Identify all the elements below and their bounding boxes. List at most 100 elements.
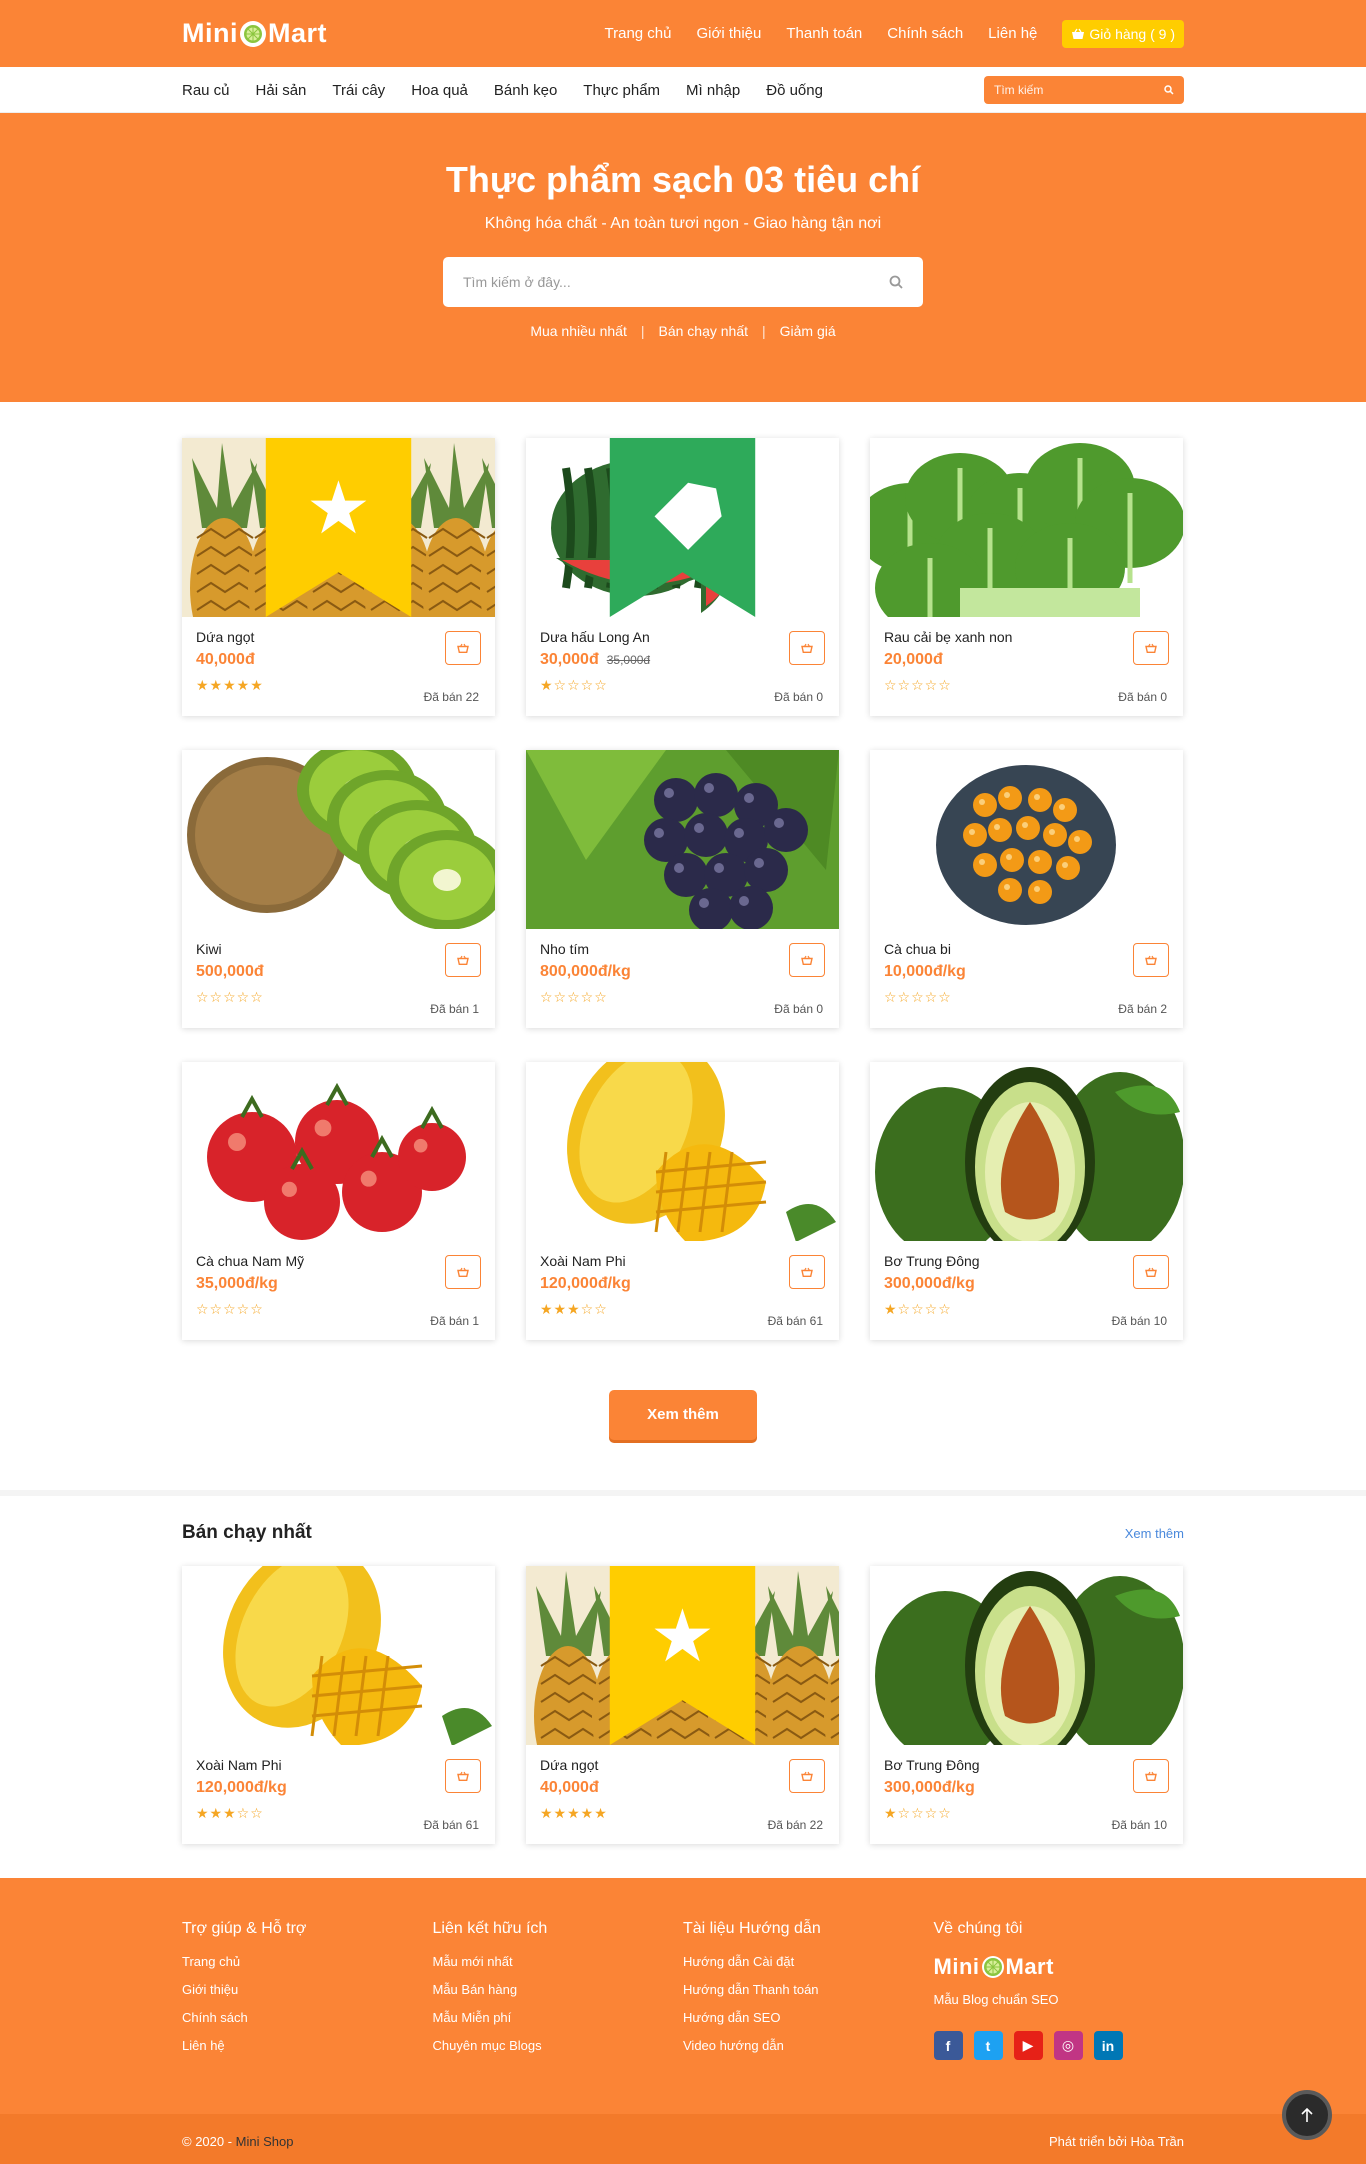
search-icon[interactable] <box>889 275 903 289</box>
product-image[interactable] <box>182 750 495 929</box>
add-to-cart-button[interactable] <box>789 1759 825 1793</box>
category-foods[interactable]: Thực phẩm <box>583 82 660 99</box>
product-image[interactable] <box>870 1566 1183 1745</box>
category-vegetables[interactable]: Rau củ <box>182 82 230 99</box>
product-price: 300,000đ/kg <box>884 1275 1169 1293</box>
product-card[interactable]: Bơ Trung Đông 300,000đ/kg ★☆☆☆☆ Đã bán 1… <box>870 1566 1183 1844</box>
add-to-cart-button[interactable] <box>445 1759 481 1793</box>
footer-link[interactable]: Mẫu Bán hàng <box>433 1982 684 1997</box>
nav-policy[interactable]: Chính sách <box>887 25 963 42</box>
product-image[interactable] <box>526 750 839 929</box>
bestseller-more-link[interactable]: Xem thêm <box>1125 1526 1184 1541</box>
product-image[interactable]: ★ <box>182 438 495 617</box>
product-card[interactable]: Cà chua Nam Mỹ 35,000đ/kg ☆☆☆☆☆ Đã bán 1 <box>182 1062 495 1340</box>
search-icon[interactable] <box>1164 85 1174 95</box>
back-to-top-button[interactable] <box>1282 2090 1332 2140</box>
product-card[interactable]: Dưa hấu Long An 30,000đ 35,000đ ★☆☆☆☆ Đã … <box>526 438 839 716</box>
nav-payment[interactable]: Thanh toán <box>786 25 862 42</box>
add-to-cart-button[interactable] <box>1133 943 1169 977</box>
product-card[interactable]: Rau cải bẹ xanh non 20,000đ ☆☆☆☆☆ Đã bán… <box>870 438 1183 716</box>
product-name[interactable]: Xoài Nam Phi <box>540 1253 825 1269</box>
product-name[interactable]: Nho tím <box>540 941 825 957</box>
footer-link[interactable]: Hướng dẫn SEO <box>683 2010 934 2025</box>
footer-column-title: Tài liệu Hướng dẫn <box>683 1920 821 1937</box>
youtube-icon[interactable]: ▶ <box>1013 2031 1043 2060</box>
footer-link[interactable]: Chính sách <box>182 2010 433 2025</box>
add-to-cart-button[interactable] <box>789 631 825 665</box>
product-name[interactable]: Bơ Trung Đông <box>884 1757 1169 1773</box>
sold-count: Đã bán 10 <box>1111 1314 1167 1328</box>
instagram-icon[interactable]: ◎ <box>1053 2031 1083 2060</box>
product-image[interactable] <box>182 1062 495 1241</box>
nav-contact[interactable]: Liên hệ <box>988 25 1037 42</box>
product-name[interactable]: Kiwi <box>196 941 481 957</box>
product-name[interactable]: Xoài Nam Phi <box>196 1757 481 1773</box>
product-card[interactable]: Nho tím 800,000đ/kg ☆☆☆☆☆ Đã bán 0 <box>526 750 839 1028</box>
product-card[interactable]: Cà chua bi 10,000đ/kg ☆☆☆☆☆ Đã bán 2 <box>870 750 1183 1028</box>
hero-subtitle: Không hóa chất - An toàn tươi ngon - Gia… <box>484 215 882 232</box>
footer-link[interactable]: Giới thiệu <box>182 1982 433 1997</box>
category-imported-noodles[interactable]: Mì nhập <box>686 82 740 99</box>
product-name[interactable]: Dứa ngọt <box>540 1757 825 1773</box>
twitter-icon[interactable]: t <box>973 2031 1003 2060</box>
linkedin-icon[interactable]: in <box>1093 2031 1123 2060</box>
add-to-cart-button[interactable] <box>445 943 481 977</box>
link-most-bought[interactable]: Mua nhiều nhất <box>530 323 627 339</box>
copyright-brand[interactable]: Mini Shop <box>236 2134 294 2149</box>
category-sweets[interactable]: Bánh kẹo <box>494 82 557 99</box>
basket-icon <box>1145 1771 1157 1781</box>
facebook-icon[interactable]: f <box>933 2031 963 2060</box>
footer-tagline: Mẫu Blog chuẩn SEO <box>933 1992 1059 2007</box>
load-more-button[interactable]: Xem thêm <box>609 1390 757 1440</box>
product-image[interactable] <box>870 438 1183 617</box>
product-card[interactable]: ★ Dứa ngọt 40,000đ ★★★★★ Đã bán 22 <box>182 438 495 716</box>
product-card[interactable]: Xoài Nam Phi 120,000đ/kg ★★★☆☆ Đã bán 61 <box>182 1566 495 1844</box>
product-image[interactable] <box>870 1062 1183 1241</box>
product-name[interactable]: Cà chua bi <box>884 941 1169 957</box>
footer-link[interactable]: Liên hệ <box>182 2038 433 2053</box>
product-name[interactable]: Cà chua Nam Mỹ <box>196 1253 481 1269</box>
product-card[interactable]: Bơ Trung Đông 300,000đ/kg ★☆☆☆☆ Đã bán 1… <box>870 1062 1183 1340</box>
cart-button[interactable]: Giỏ hàng ( 9 ) <box>1062 19 1184 48</box>
add-to-cart-button[interactable] <box>445 1255 481 1289</box>
product-image[interactable]: ★ <box>526 1566 839 1745</box>
product-image[interactable] <box>526 1062 839 1241</box>
category-fruit-produce[interactable]: Hoa quả <box>411 82 468 99</box>
product-name[interactable]: Dứa ngọt <box>196 629 481 645</box>
product-name[interactable]: Dưa hấu Long An <box>540 629 825 645</box>
footer-link[interactable]: Mẫu mới nhất <box>433 1954 684 1969</box>
product-card[interactable]: Kiwi 500,000đ ☆☆☆☆☆ Đã bán 1 <box>182 750 495 1028</box>
header-search-placeholder: Tìm kiếm <box>994 83 1044 97</box>
footer-link[interactable]: Mẫu Miễn phí <box>433 2010 684 2025</box>
product-image[interactable] <box>526 438 839 617</box>
product-card[interactable]: Xoài Nam Phi 120,000đ/kg ★★★☆☆ Đã bán 61 <box>526 1062 839 1340</box>
footer-logo[interactable]: Mini Mart <box>934 1954 1185 1980</box>
product-price: 30,000đ 35,000đ <box>540 651 825 669</box>
footer-link[interactable]: Hướng dẫn Thanh toán <box>683 1982 934 1997</box>
category-seafood[interactable]: Hải sản <box>256 82 307 99</box>
add-to-cart-button[interactable] <box>789 1255 825 1289</box>
add-to-cart-button[interactable] <box>1133 1759 1169 1793</box>
product-image[interactable] <box>870 750 1183 929</box>
hero-search-input[interactable]: Tìm kiếm ở đây... <box>443 257 923 307</box>
footer-link[interactable]: Trang chủ <box>182 1954 433 1969</box>
add-to-cart-button[interactable] <box>445 631 481 665</box>
product-image[interactable] <box>182 1566 495 1745</box>
product-card[interactable]: ★ Dứa ngọt 40,000đ ★★★★★ Đã bán 22 <box>526 1566 839 1844</box>
nav-about[interactable]: Giới thiệu <box>697 25 762 42</box>
add-to-cart-button[interactable] <box>1133 631 1169 665</box>
link-discount[interactable]: Giảm giá <box>780 323 836 339</box>
category-drinks[interactable]: Đồ uống <box>766 82 823 99</box>
site-logo[interactable]: Mini Mart <box>182 18 327 49</box>
footer-link[interactable]: Hướng dẫn Cài đặt <box>683 1954 934 1969</box>
link-best-selling[interactable]: Bán chạy nhất <box>658 323 748 339</box>
add-to-cart-button[interactable] <box>789 943 825 977</box>
footer-link[interactable]: Video hướng dẫn <box>683 2038 934 2053</box>
product-name[interactable]: Rau cải bẹ xanh non <box>884 629 1169 645</box>
add-to-cart-button[interactable] <box>1133 1255 1169 1289</box>
header-search-input[interactable]: Tìm kiếm <box>984 76 1184 104</box>
nav-home[interactable]: Trang chủ <box>605 25 672 42</box>
product-name[interactable]: Bơ Trung Đông <box>884 1253 1169 1269</box>
category-fruits[interactable]: Trái cây <box>332 82 385 99</box>
footer-link[interactable]: Chuyên mục Blogs <box>433 2038 684 2053</box>
